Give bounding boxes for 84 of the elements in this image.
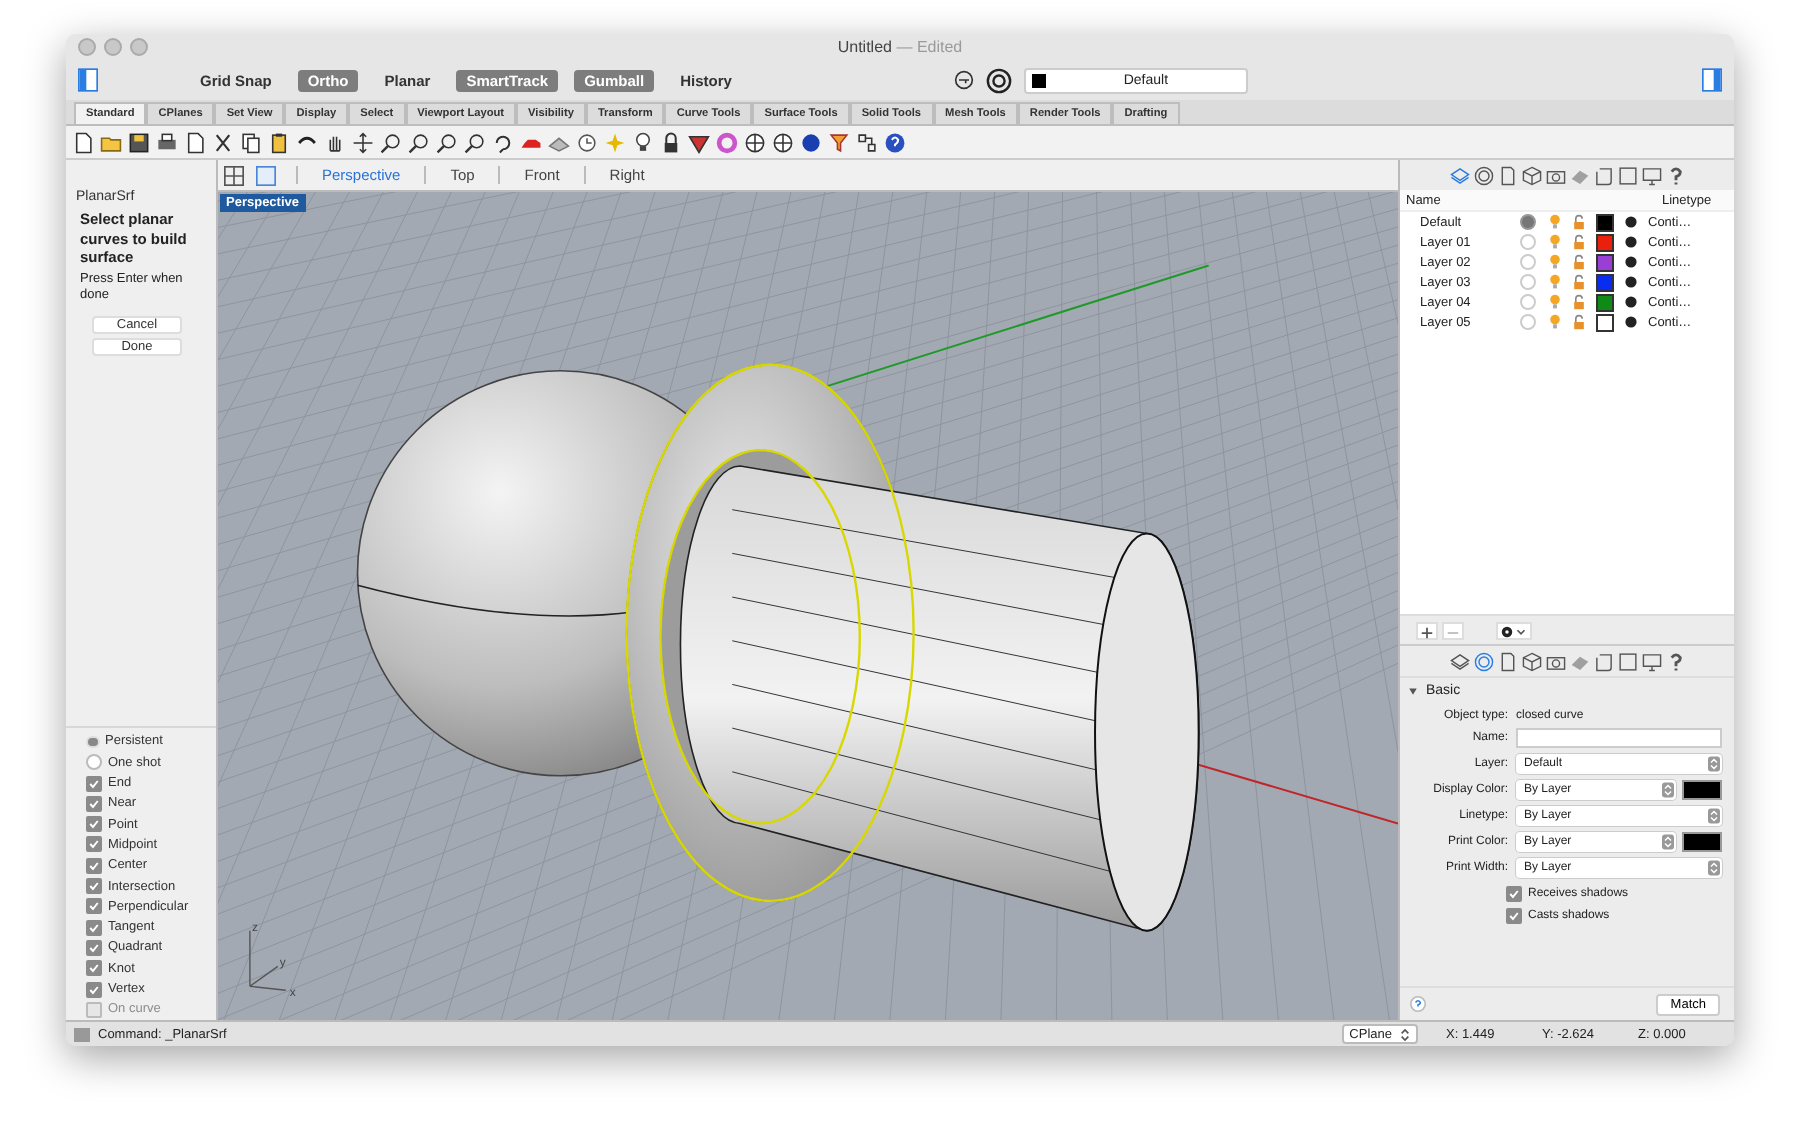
hand-icon[interactable]: [324, 131, 346, 153]
ball-icon[interactable]: [800, 131, 822, 153]
target-icon[interactable]: [1473, 165, 1493, 185]
document-icon[interactable]: [1497, 165, 1517, 185]
layers-icon[interactable]: [1449, 165, 1469, 185]
color-swatch[interactable]: [1682, 780, 1722, 800]
stepper-icon: [1400, 1027, 1410, 1041]
scroll-icon[interactable]: [1593, 651, 1613, 671]
plus-icon: [1420, 625, 1434, 639]
cube-icon[interactable]: [1521, 165, 1541, 185]
monitor-icon[interactable]: [1641, 165, 1661, 185]
layer-color-swatch[interactable]: [1596, 233, 1614, 251]
shield-icon[interactable]: [688, 131, 710, 153]
cube-icon[interactable]: [1521, 651, 1541, 671]
name-input-field[interactable]: [1516, 728, 1722, 748]
copy-icon[interactable]: [240, 131, 262, 153]
help-icon[interactable]: [1410, 996, 1426, 1012]
document-icon[interactable]: [184, 131, 206, 153]
zoom-icon[interactable]: [380, 131, 402, 153]
zoom-icon[interactable]: [436, 131, 458, 153]
lightbulb-icon[interactable]: [632, 131, 654, 153]
target-icon[interactable]: [985, 67, 1012, 93]
sidebar-toggle-icon[interactable]: [78, 68, 98, 92]
grid-icon[interactable]: [856, 131, 878, 153]
document-icon[interactable]: [1497, 651, 1517, 671]
disclosure-triangle-icon[interactable]: [1408, 685, 1418, 695]
help-icon[interactable]: [1665, 165, 1685, 185]
help-icon[interactable]: [1665, 651, 1685, 671]
zoom-icon[interactable]: [464, 131, 486, 153]
camera-icon[interactable]: [1545, 165, 1565, 185]
layer-color-swatch[interactable]: [1596, 253, 1614, 271]
gear-icon: [1500, 623, 1528, 639]
layers-icon[interactable]: [1449, 651, 1469, 671]
monitor-icon[interactable]: [1641, 651, 1661, 671]
current-layer-radio[interactable]: [1520, 314, 1536, 330]
stepper-icon: [1662, 782, 1674, 798]
current-layer-radio[interactable]: [1520, 254, 1536, 270]
current-layer-radio[interactable]: [1520, 234, 1536, 250]
printer-icon[interactable]: [156, 131, 178, 153]
layer-color-swatch[interactable]: [1596, 213, 1614, 231]
camera-icon[interactable]: [1545, 651, 1565, 671]
padlock-icon[interactable]: [1572, 254, 1586, 270]
square-icon[interactable]: [1617, 165, 1637, 185]
model-drawing[interactable]: [356, 363, 1200, 932]
axis-icon: [249, 929, 287, 991]
globe-icon[interactable]: [772, 131, 794, 153]
settings-button[interactable]: [1496, 621, 1532, 639]
padlock-icon[interactable]: [1572, 274, 1586, 290]
window-title: Untitled: [837, 38, 892, 56]
four-viewports-icon[interactable]: [224, 165, 244, 185]
clock-icon[interactable]: [576, 131, 598, 153]
current-layer-radio[interactable]: [1520, 294, 1536, 310]
current-layer-radio[interactable]: [1520, 274, 1536, 290]
add-layer-button[interactable]: [1416, 621, 1438, 639]
funnel-icon[interactable]: [828, 131, 850, 153]
scroll-icon[interactable]: [1593, 165, 1613, 185]
globe-icon[interactable]: [744, 131, 766, 153]
panel-toggle-icon[interactable]: [1702, 68, 1722, 92]
edited-label: — Edited: [896, 38, 963, 56]
color-swatch[interactable]: [1682, 832, 1722, 852]
document-icon[interactable]: [72, 131, 94, 153]
single-viewport-icon[interactable]: [256, 165, 276, 185]
stepper-icon: [1662, 834, 1674, 850]
cut-icon[interactable]: [212, 131, 234, 153]
stepper-icon: [1708, 756, 1720, 772]
clipboard-icon[interactable]: [268, 131, 290, 153]
move-icon[interactable]: [352, 131, 374, 153]
stepper-icon: [1708, 808, 1720, 824]
save-icon[interactable]: [128, 131, 150, 153]
zoom-icon[interactable]: [408, 131, 430, 153]
padlock-icon[interactable]: [1572, 234, 1586, 250]
layer-color-swatch[interactable]: [1596, 313, 1614, 331]
lock-icon[interactable]: [660, 131, 682, 153]
padlock-icon[interactable]: [1572, 294, 1586, 310]
square-icon[interactable]: [1617, 651, 1637, 671]
padlock-icon[interactable]: [1572, 314, 1586, 330]
layer-color-swatch[interactable]: [1596, 293, 1614, 311]
color-wheel-icon[interactable]: [716, 131, 738, 153]
padlock-icon[interactable]: [1572, 214, 1586, 230]
current-layer-radio[interactable]: [1520, 214, 1536, 230]
layer-color-swatch[interactable]: [1596, 273, 1614, 291]
help-icon[interactable]: [884, 131, 906, 153]
rotate-icon[interactable]: [492, 131, 514, 153]
stepper-icon: [1708, 860, 1720, 876]
